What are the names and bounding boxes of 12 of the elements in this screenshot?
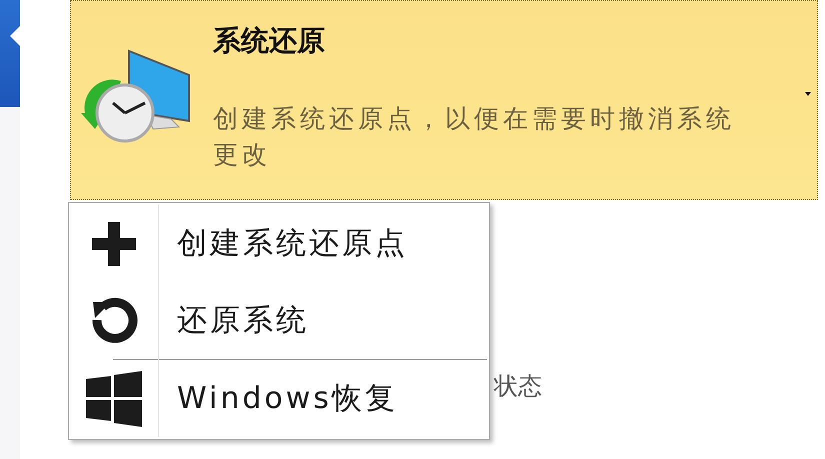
- tile-description: 创建系统还原点，以便在需要时撤消系统更改: [213, 103, 736, 171]
- tile-title: 系统还原: [213, 23, 326, 59]
- menu-item[interactable]: 还原系统: [69, 282, 489, 359]
- dropdown-caret-icon[interactable]: [805, 92, 811, 96]
- system-restore-tile[interactable]: 系统还原 创建系统还原点，以便在需要时撤消系统更改: [70, 0, 818, 200]
- menu-item[interactable]: Windows恢复: [69, 360, 489, 437]
- menu-item[interactable]: 创建系统还原点: [69, 205, 489, 282]
- pointer-icon: [10, 26, 20, 46]
- windows-icon: [86, 370, 142, 426]
- plus-icon: [92, 222, 136, 266]
- sidebar-tab[interactable]: [0, 0, 20, 107]
- status-text: 状态: [494, 371, 542, 402]
